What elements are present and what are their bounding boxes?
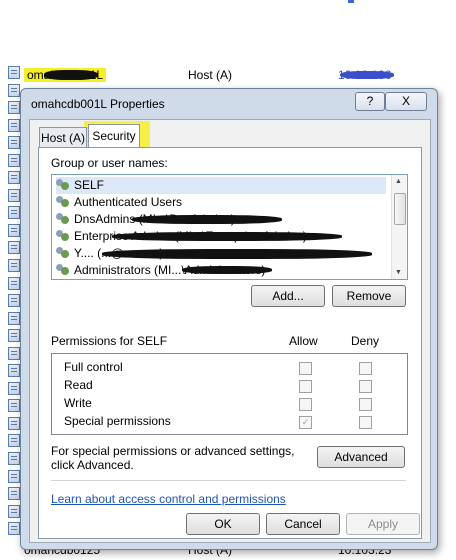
deny-checkbox[interactable] <box>359 398 372 411</box>
remove-button[interactable]: Remove <box>332 285 406 307</box>
allow-checkbox[interactable] <box>299 398 312 411</box>
record-icon <box>8 223 20 237</box>
permission-name: Read <box>64 378 93 392</box>
tab-security[interactable]: Security <box>88 124 140 149</box>
ok-button[interactable]: OK <box>186 513 260 535</box>
properties-dialog: omahcdb001L Properties ? X Host (A) Secu… <box>20 88 438 550</box>
title-bar[interactable]: omahcdb001L Properties ? X <box>21 89 437 119</box>
record-icon <box>8 136 20 150</box>
record-type: Host (A) <box>188 68 233 82</box>
record-icon <box>8 469 20 483</box>
divider <box>51 480 406 481</box>
redaction-scribble <box>182 266 272 274</box>
list-item[interactable]: Authenticated Users <box>56 194 182 211</box>
help-button[interactable]: ? <box>355 92 385 111</box>
user-listbox[interactable]: SELF Authenticated Users DnsAdmins (MI..… <box>51 174 408 280</box>
redaction-scribble <box>44 70 98 80</box>
record-icon <box>8 346 20 360</box>
advanced-button[interactable]: Advanced <box>317 446 405 468</box>
group-label: Group or user names: <box>51 156 168 170</box>
user-group-icon <box>56 264 70 276</box>
record-icon <box>8 452 20 466</box>
allow-checkbox[interactable] <box>299 362 312 375</box>
advanced-text: For special permissions or advanced sett… <box>51 444 295 472</box>
record-icon <box>8 504 20 518</box>
record-icon <box>8 311 20 325</box>
link-fragment <box>348 0 354 3</box>
apply-button[interactable]: Apply <box>346 513 420 535</box>
record-icon <box>8 416 20 430</box>
permission-name: Special permissions <box>64 414 171 428</box>
permission-row: Read <box>64 378 404 395</box>
scroll-thumb[interactable] <box>394 193 406 225</box>
add-button[interactable]: Add... <box>251 285 325 307</box>
record-icon <box>8 329 20 343</box>
permission-name: Full control <box>64 360 123 374</box>
list-item[interactable]: omahcdb001L Host (A) 10.10.136 <box>24 68 454 85</box>
redaction-scribble <box>340 71 394 79</box>
deny-checkbox[interactable] <box>359 362 372 375</box>
dialog-body: Host (A) Security Group or user names: S… <box>29 119 431 543</box>
record-icon <box>8 153 20 167</box>
record-icon <box>8 434 20 448</box>
user-group-icon <box>56 213 70 225</box>
record-icon <box>8 241 20 255</box>
deny-checkbox[interactable] <box>359 380 372 393</box>
record-icon <box>8 381 20 395</box>
redaction-scribble <box>102 249 372 259</box>
permission-row: Write <box>64 396 404 413</box>
user-icon <box>56 247 70 259</box>
allow-checkbox[interactable]: ✓ <box>299 416 312 429</box>
record-icon <box>8 188 20 202</box>
user-group-icon <box>56 179 70 191</box>
list-item[interactable]: SELF <box>56 177 386 194</box>
permission-name: Write <box>64 396 92 410</box>
record-icon <box>8 83 20 97</box>
record-icon <box>8 259 20 273</box>
redaction-scribble <box>112 232 342 241</box>
record-icon <box>8 364 20 378</box>
redaction-scribble <box>132 215 282 224</box>
record-icon <box>8 522 20 536</box>
record-icon <box>8 276 20 290</box>
tab-host[interactable]: Host (A) <box>39 127 87 148</box>
cancel-button[interactable]: Cancel <box>266 513 340 535</box>
permissions-list: Full control Read Write Special permissi… <box>51 353 408 435</box>
scroll-down-icon[interactable]: ▼ <box>395 269 402 276</box>
record-icon <box>8 294 20 308</box>
user-name: SELF <box>74 178 105 192</box>
deny-checkbox[interactable] <box>359 416 372 429</box>
record-icon <box>8 487 20 501</box>
dialog-title: omahcdb001L Properties <box>31 97 165 111</box>
record-icon <box>8 66 20 79</box>
record-icon <box>8 118 20 132</box>
user-group-icon <box>56 230 70 242</box>
record-icon <box>8 399 20 413</box>
record-icon <box>8 206 20 220</box>
allow-checkbox[interactable] <box>299 380 312 393</box>
user-group-icon <box>56 196 70 208</box>
permission-row: Full control <box>64 360 404 377</box>
close-button[interactable]: X <box>385 92 427 111</box>
learn-link[interactable]: Learn about access control and permissio… <box>51 492 286 506</box>
deny-header: Deny <box>351 334 380 348</box>
permission-row: Special permissions ✓ <box>64 414 404 431</box>
scroll-up-icon[interactable]: ▲ <box>395 178 402 185</box>
user-name: Authenticated Users <box>74 195 183 209</box>
listbox-scrollbar[interactable]: ▲ ▼ <box>391 175 407 279</box>
record-icon <box>8 171 20 185</box>
record-icon <box>8 101 20 115</box>
security-tab-page: Group or user names: SELF Authenticated … <box>38 147 422 539</box>
permissions-header: Permissions for SELF <box>51 334 168 348</box>
allow-header: Allow <box>289 334 318 348</box>
